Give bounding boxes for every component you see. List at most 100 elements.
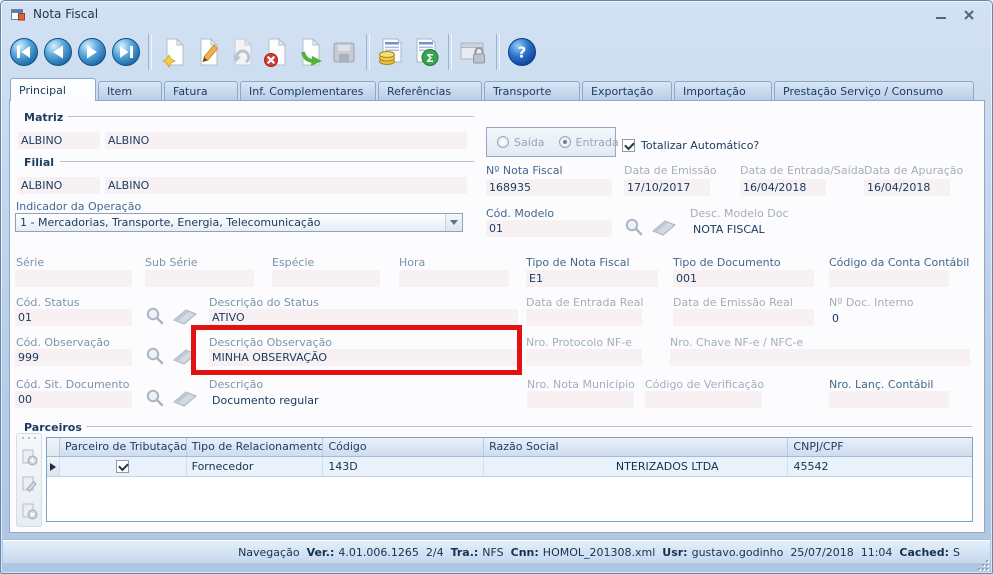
radio-saida[interactable]: Saída	[497, 136, 545, 149]
radio-entrada[interactable]: Entrada	[559, 136, 619, 149]
column-header-parceiro-tributacao[interactable]: Parceiro de Tributação	[60, 438, 187, 456]
close-button[interactable]	[958, 6, 980, 23]
cell-cnpj-cpf[interactable]: 45542	[788, 457, 972, 476]
sit-documento-search-button[interactable]	[143, 388, 167, 410]
tab-principal[interactable]: Principal	[10, 78, 96, 101]
combobox-dropdown-button[interactable]	[445, 214, 462, 231]
chave-field[interactable]	[670, 349, 970, 366]
add-parceiro-button[interactable]	[19, 447, 39, 467]
status-tra-value: NFS	[482, 546, 503, 559]
next-record-button[interactable]	[75, 32, 109, 72]
nota-fiscal-field[interactable]: 168935	[486, 179, 612, 196]
help-button[interactable]: ?	[505, 32, 539, 72]
edit-parceiro-button[interactable]	[19, 474, 39, 494]
financial-totals-button[interactable]	[375, 32, 409, 72]
protocolo-field[interactable]	[526, 349, 642, 366]
new-button[interactable]	[157, 32, 191, 72]
first-record-button[interactable]	[7, 32, 41, 72]
minimize-icon	[935, 9, 947, 21]
lanc-contabil-field[interactable]	[829, 391, 949, 408]
cod-observacao-field[interactable]: 999	[15, 349, 132, 366]
checkbox-checked-icon	[622, 139, 635, 152]
row-selector-cell[interactable]	[47, 457, 60, 476]
desc-observacao-field[interactable]: MINHA OBSERVAÇÃO	[209, 349, 518, 366]
add-row-icon	[20, 448, 38, 466]
tab-prestacao-servico[interactable]: Prestação Serviço / Consumo	[774, 81, 974, 101]
column-header-codigo[interactable]: Código	[323, 438, 484, 456]
cell-parceiro-tributacao[interactable]	[60, 457, 187, 476]
hora-field[interactable]	[399, 270, 509, 287]
edit-button[interactable]	[191, 32, 225, 72]
svg-text:Σ: Σ	[426, 52, 434, 65]
tab-referencias[interactable]: Referências	[378, 81, 482, 101]
data-entrada-real-field[interactable]	[526, 309, 642, 326]
tab-importacao[interactable]: Importação	[674, 81, 772, 101]
column-header-razao-social[interactable]: Razão Social	[484, 438, 788, 456]
tab-label: Referências	[387, 85, 451, 98]
sit-documento-clear-button[interactable]	[171, 388, 199, 410]
tab-inf-complementares[interactable]: Inf. Complementares	[240, 81, 376, 101]
cod-modelo-label: Cód. Modelo	[486, 207, 554, 220]
delete-parceiro-button[interactable]	[19, 501, 39, 521]
cod-observacao-label: Cód. Observação	[16, 336, 110, 349]
lock-button[interactable]	[457, 32, 491, 72]
main-toolbar: Σ ?	[7, 29, 986, 74]
previous-record-button[interactable]	[41, 32, 75, 72]
table-row[interactable]: Fornecedor 143D NTERIZADOS LTDA 45542	[47, 457, 972, 477]
data-emissao-field[interactable]: 17/10/2017	[624, 179, 710, 196]
modelo-clear-button[interactable]	[650, 217, 678, 239]
data-apuracao-label: Data de Apuração	[864, 164, 963, 177]
chave-label: Nro. Chave NF-e / NFC-e	[670, 336, 803, 349]
tab-exportacao[interactable]: Exportação	[582, 81, 672, 101]
cod-status-field[interactable]: 01	[15, 309, 132, 326]
cod-verificacao-field[interactable]	[645, 391, 762, 408]
nota-municipio-field[interactable]	[527, 391, 634, 408]
especie-field[interactable]	[272, 270, 380, 287]
cell-razao-social[interactable]: NTERIZADOS LTDA	[484, 457, 789, 476]
totalizar-automatico-checkbox[interactable]: Totalizar Automático?	[622, 139, 759, 152]
checkbox-checked-icon[interactable]	[116, 460, 129, 473]
status-search-button[interactable]	[143, 306, 167, 328]
matriz-name-field[interactable]: ALBINO	[105, 132, 467, 149]
indicador-operacao-combobox[interactable]: 1 - Mercadorias, Transporte, Energia, Te…	[15, 213, 463, 232]
column-header-cnpj-cpf[interactable]: CNPJ/CPF	[788, 438, 972, 456]
cell-tipo-relacionamento[interactable]: Fornecedor	[187, 457, 324, 476]
post-button[interactable]	[293, 32, 327, 72]
toolbar-separator	[148, 34, 152, 70]
desc-status-field[interactable]: ATIVO	[209, 309, 518, 326]
modelo-search-button[interactable]	[622, 217, 646, 239]
last-record-button[interactable]	[109, 32, 143, 72]
hora-label: Hora	[399, 256, 425, 269]
sub-serie-field[interactable]	[145, 270, 254, 287]
observacao-search-button[interactable]	[143, 346, 167, 368]
resize-grip[interactable]	[978, 560, 988, 570]
status-date: 25/07/2018	[790, 546, 853, 559]
tipo-nota-field[interactable]: E1	[526, 270, 658, 287]
tab-fatura[interactable]: Fatura	[164, 81, 238, 101]
data-emissao-real-field[interactable]	[673, 309, 814, 326]
column-header-tipo-relacionamento[interactable]: Tipo de Relacionamento	[187, 438, 324, 456]
data-entrada-saida-field[interactable]: 16/04/2018	[740, 179, 826, 196]
serie-field[interactable]	[15, 270, 132, 287]
tab-transporte[interactable]: Transporte	[484, 81, 580, 101]
tab-item[interactable]: Item	[98, 81, 162, 101]
totalize-button[interactable]: Σ	[409, 32, 443, 72]
delete-button[interactable]	[259, 32, 293, 72]
cell-codigo[interactable]: 143D	[323, 457, 484, 476]
matriz-code-field[interactable]: ALBINO	[18, 132, 100, 149]
minimize-button[interactable]	[930, 6, 952, 23]
status-clear-button[interactable]	[171, 306, 199, 328]
save-button[interactable]	[327, 32, 361, 72]
header-selector-cell[interactable]	[47, 438, 60, 456]
filial-code-field[interactable]: ALBINO	[18, 177, 100, 194]
cod-sit-documento-field[interactable]: 00	[15, 391, 132, 408]
filial-name-field[interactable]: ALBINO	[105, 177, 467, 194]
data-apuracao-field[interactable]: 16/04/2018	[864, 179, 950, 196]
observacao-clear-button[interactable]	[171, 346, 199, 368]
cod-modelo-field[interactable]: 01	[486, 220, 612, 237]
undo-button[interactable]	[225, 32, 259, 72]
tipo-documento-field[interactable]: 001	[673, 270, 814, 287]
sub-serie-label: Sub Série	[145, 256, 198, 269]
conta-contabil-field[interactable]	[829, 270, 949, 287]
toolbar-grip[interactable]	[22, 437, 36, 440]
